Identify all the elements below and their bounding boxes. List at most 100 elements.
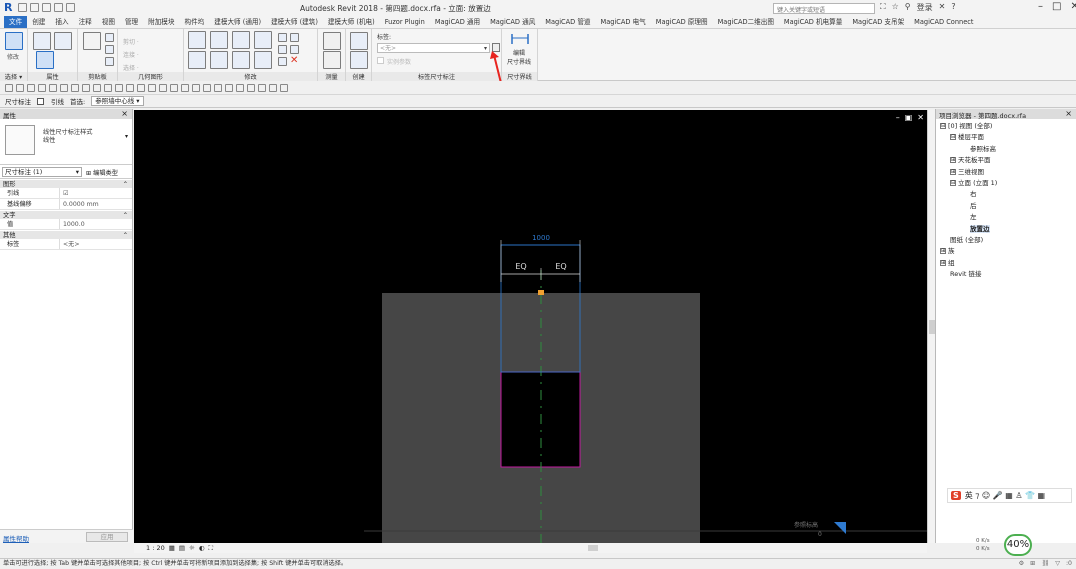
- ime-toolbar[interactable]: S英 ⁊ ☺ 🎤 ▦ ♙ 👕 ▦: [947, 488, 1072, 503]
- property-value[interactable]: 1000.0: [60, 219, 132, 229]
- browser-node[interactable]: 图纸 (全部): [936, 235, 1076, 246]
- toolbar-tool-icon[interactable]: [214, 84, 222, 92]
- split-icon[interactable]: [278, 33, 287, 42]
- join-label[interactable]: 选择 ·: [123, 63, 139, 72]
- open-icon[interactable]: [18, 3, 27, 12]
- type-properties-icon[interactable]: [54, 32, 72, 50]
- tab-14[interactable]: MagiCAD 管道: [540, 16, 595, 28]
- edit-witness-label-1[interactable]: 编辑: [513, 48, 525, 57]
- property-row[interactable]: 值 1000.0: [0, 219, 132, 230]
- save-icon[interactable]: [30, 3, 39, 12]
- design-options-icon[interactable]: ⊞: [1030, 559, 1035, 569]
- toolbar-tool-icon[interactable]: [236, 84, 244, 92]
- toolbar-tool-icon[interactable]: [27, 84, 35, 92]
- measure-icon[interactable]: [323, 32, 341, 50]
- overall-dimension-text[interactable]: 1000: [532, 234, 550, 242]
- browser-node[interactable]: ⊟ 楼层平面: [936, 132, 1076, 143]
- collapse-icon[interactable]: ⌃: [123, 211, 128, 220]
- property-value[interactable]: 0.0000 mm: [60, 199, 132, 209]
- toolbar-tool-icon[interactable]: [82, 84, 90, 92]
- property-group-header[interactable]: 其他 ⌃: [0, 230, 132, 239]
- tab-3[interactable]: 注释: [74, 16, 97, 28]
- cope-label[interactable]: 剪切 ·: [123, 37, 139, 46]
- pin-icon[interactable]: [278, 57, 287, 66]
- elevation-drawing[interactable]: 1000 EQ EQ 参照标高 0: [134, 110, 927, 543]
- property-row[interactable]: 标签 <无>: [0, 239, 132, 250]
- browser-node[interactable]: ⊞ 族: [936, 246, 1076, 257]
- close-button[interactable]: ✕: [1070, 1, 1076, 12]
- toolbar-tool-icon[interactable]: [258, 84, 266, 92]
- tab-6[interactable]: 附加模块: [143, 16, 179, 28]
- match-type-icon[interactable]: [105, 57, 114, 66]
- tab-19[interactable]: MagiCAD 支吊架: [847, 16, 909, 28]
- toolbar-tool-icon[interactable]: [203, 84, 211, 92]
- eq-right-text[interactable]: EQ: [555, 262, 566, 271]
- leader-checkbox[interactable]: [37, 97, 44, 105]
- toolbar-tool-icon[interactable]: [148, 84, 156, 92]
- revit-logo[interactable]: R: [4, 1, 14, 14]
- sun-path-icon[interactable]: ☼: [189, 544, 195, 552]
- browser-node[interactable]: ⊞ 三维视图: [936, 167, 1076, 178]
- trim-extend-icon[interactable]: [254, 51, 272, 69]
- label-select[interactable]: <无> ▾: [377, 43, 490, 53]
- toolbar-tool-icon[interactable]: [126, 84, 134, 92]
- create-similar-icon[interactable]: [350, 32, 368, 50]
- exchange-apps-icon[interactable]: ✕: [939, 2, 946, 13]
- horizontal-scrollbar[interactable]: [268, 543, 927, 553]
- property-value[interactable]: <无>: [60, 239, 132, 249]
- browser-node[interactable]: 后: [936, 201, 1076, 212]
- modify-arrow-icon[interactable]: [5, 32, 23, 50]
- tab-15[interactable]: MagiCAD 电气: [596, 16, 651, 28]
- edit-witness-label-2[interactable]: 尺寸界线: [507, 57, 531, 66]
- paste-icon[interactable]: [83, 32, 101, 50]
- visual-style-icon[interactable]: ▤: [179, 544, 185, 552]
- properties-help-link[interactable]: 属性帮助: [3, 533, 29, 543]
- close-icon[interactable]: ×: [1065, 109, 1072, 118]
- property-group-header[interactable]: 图形 ⌃: [0, 179, 132, 188]
- instance-filter-select[interactable]: 尺寸标注 (1) ▾: [2, 167, 82, 177]
- expand-icon[interactable]: ⊞: [950, 168, 956, 175]
- tab-18[interactable]: MagiCAD 机电算量: [779, 16, 847, 28]
- tab-10[interactable]: 建模大师 (机电): [323, 16, 380, 28]
- browser-node[interactable]: 左: [936, 212, 1076, 223]
- cut-geometry-label[interactable]: 连接 ·: [123, 50, 139, 59]
- search-input[interactable]: 键入关键字或短语: [773, 3, 875, 14]
- browser-node[interactable]: 右: [936, 189, 1076, 200]
- apply-button[interactable]: 应用: [86, 532, 128, 542]
- tab-8[interactable]: 建模大师 (通用): [209, 16, 266, 28]
- expand-icon[interactable]: ⊞: [940, 259, 946, 266]
- browser-node[interactable]: ⊟ 立面 (立面 1): [936, 178, 1076, 189]
- toolbar-tool-icon[interactable]: [16, 84, 24, 92]
- tab-17[interactable]: MagiCAD二维出图: [713, 16, 779, 28]
- crop-icon[interactable]: ⛶: [209, 544, 214, 553]
- toolbar-tool-icon[interactable]: [93, 84, 101, 92]
- shadows-icon[interactable]: ◐: [199, 544, 205, 552]
- toolbar-tool-icon[interactable]: [5, 84, 13, 92]
- expand-icon[interactable]: ⊞: [940, 248, 946, 255]
- maximize-button[interactable]: □: [1052, 1, 1061, 12]
- toolbar-tool-icon[interactable]: [137, 84, 145, 92]
- toolbar-tool-icon[interactable]: [280, 84, 288, 92]
- tab-11[interactable]: Fuzor Plugin: [380, 16, 430, 28]
- minimize-button[interactable]: –: [1038, 1, 1043, 12]
- tab-1[interactable]: 创建: [27, 16, 50, 28]
- align-icon[interactable]: [188, 31, 206, 49]
- toolbar-tool-icon[interactable]: [38, 84, 46, 92]
- copy-element-icon[interactable]: [210, 51, 228, 69]
- undo-icon[interactable]: [54, 3, 63, 12]
- tab-2[interactable]: 插入: [50, 16, 73, 28]
- property-value[interactable]: ☑: [60, 188, 132, 198]
- browser-node[interactable]: Revit 链接: [936, 269, 1076, 280]
- browser-node[interactable]: 放置边: [936, 224, 1076, 235]
- select-links-icon[interactable]: ⛓: [1041, 559, 1049, 569]
- toolbar-tool-icon[interactable]: [49, 84, 57, 92]
- select-panel-label[interactable]: 选择 ▾: [0, 72, 27, 81]
- collapse-icon[interactable]: ⌃: [123, 231, 128, 240]
- vertical-scrollbar[interactable]: [927, 110, 935, 543]
- toolbar-tool-icon[interactable]: [181, 84, 189, 92]
- tab-20[interactable]: MagiCAD Connect: [909, 16, 978, 28]
- exchange-icon[interactable]: ☆: [892, 2, 899, 13]
- edit-witness-icon[interactable]: [510, 32, 530, 46]
- prefer-select[interactable]: 参照墙中心线 ▾: [91, 96, 144, 106]
- properties-palette-icon[interactable]: [36, 51, 54, 69]
